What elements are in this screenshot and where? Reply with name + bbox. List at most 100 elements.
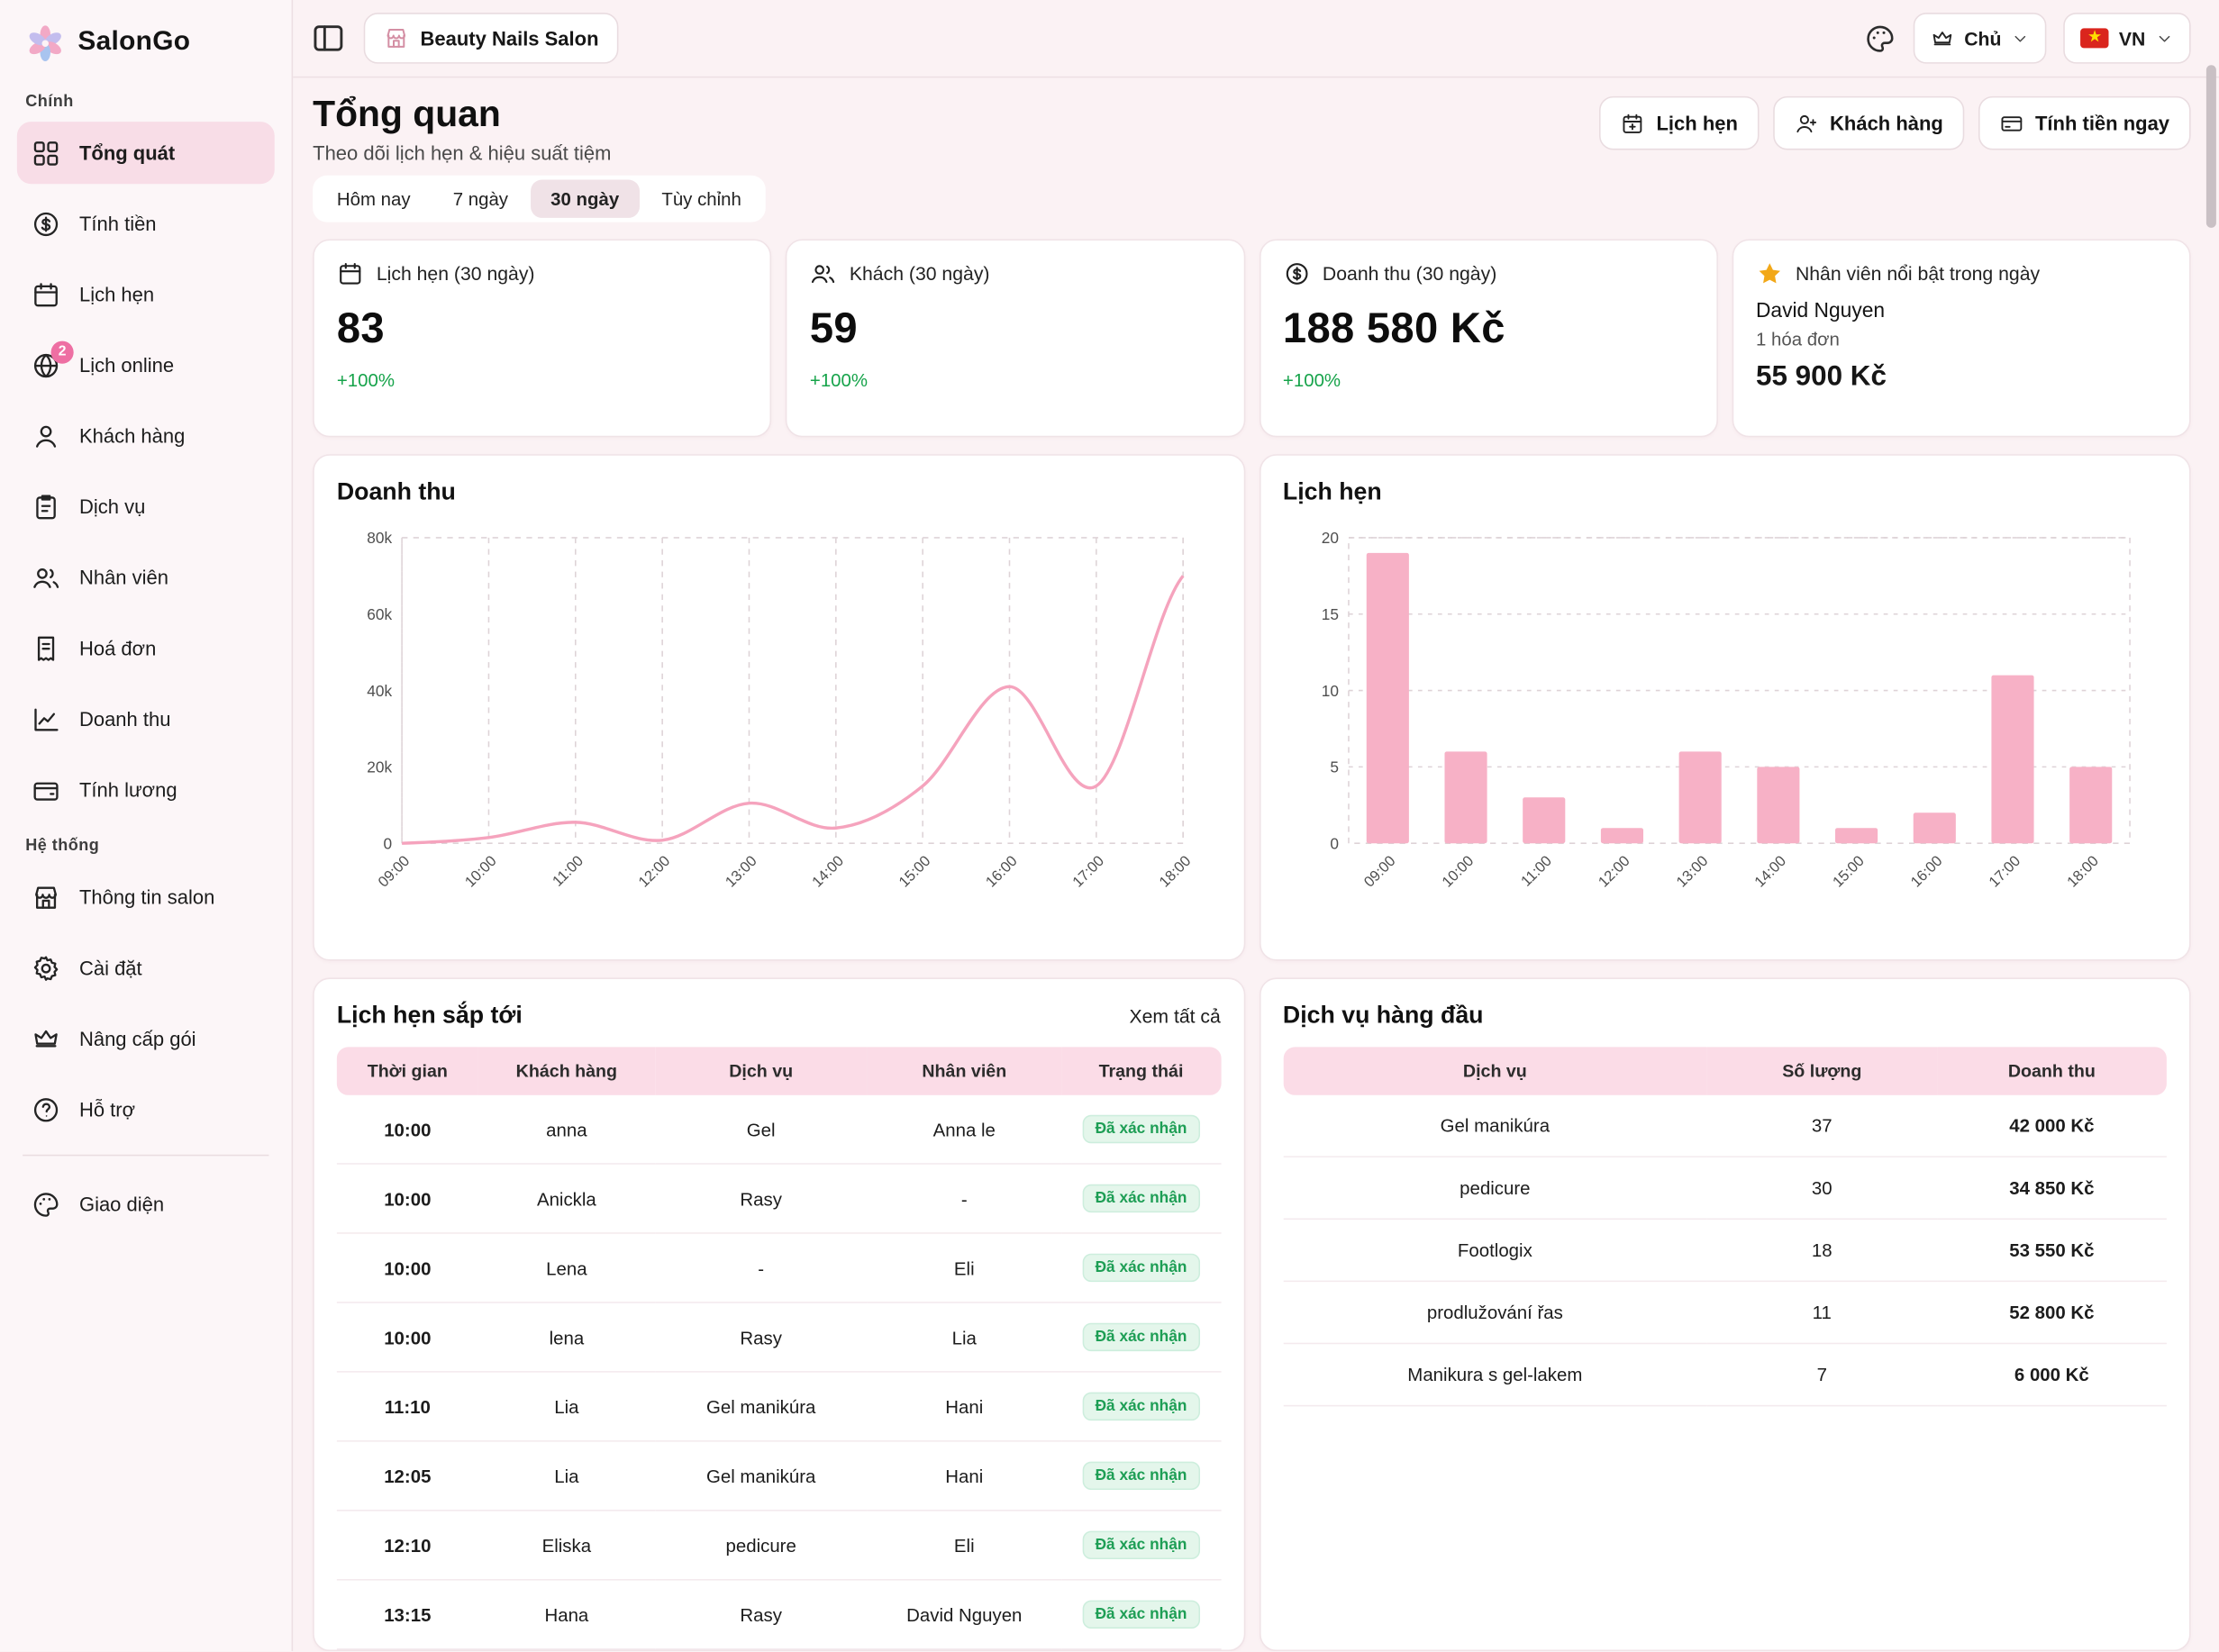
sidebar-item-label: Khách hàng <box>79 424 185 447</box>
dollar-icon <box>32 209 61 239</box>
brand[interactable]: SalonGo <box>17 17 275 77</box>
sidebar-item-support[interactable]: Hỗ trợ <box>17 1078 275 1140</box>
sidebar-item-upgrade[interactable]: Nâng cấp gói <box>17 1007 275 1069</box>
appointment-status: Đã xác nhận <box>1061 1303 1221 1373</box>
svg-text:15:00: 15:00 <box>896 853 934 891</box>
service-row: prodlužování řas1152 800 Kč <box>1283 1282 2167 1344</box>
checkout-button[interactable]: Tính tiền ngay <box>1978 96 2190 150</box>
grid-icon <box>32 138 61 168</box>
appointment-cell: Hana <box>478 1581 655 1650</box>
sidebar-item-staff[interactable]: Nhân viên <box>17 546 275 608</box>
sidebar-item-label: Tính lương <box>79 778 177 801</box>
range-tab-today[interactable]: Hôm nay <box>317 179 431 217</box>
sidebar-item-online-booking[interactable]: 2Lịch online <box>17 334 275 396</box>
appointment-status: Đã xác nhận <box>1061 1165 1221 1234</box>
service-name: pedicure <box>1283 1157 1707 1220</box>
stat-label: Doanh thu (30 ngày) <box>1323 263 1496 285</box>
column-header: Số lượng <box>1707 1047 1937 1094</box>
appointment-time: 12:05 <box>337 1442 478 1511</box>
svg-text:80k: 80k <box>367 529 392 547</box>
appointment-cell: - <box>867 1165 1061 1234</box>
sidebar-divider <box>23 1155 268 1157</box>
sidebar-item-label: Nhân viên <box>79 566 168 588</box>
sidebar-item-payroll[interactable]: Tính lương <box>17 758 275 821</box>
dashboard-content: Tổng quan Theo dõi lịch hẹn & hiệu suất … <box>293 77 2219 1651</box>
sidebar-item-revenue[interactable]: Doanh thu <box>17 687 275 749</box>
revenue-line-chart: 020k40k60k80k09:0010:0011:0012:0013:0014… <box>337 521 1221 945</box>
range-tab-30d[interactable]: 30 ngày <box>531 179 639 217</box>
column-header: Dịch vụ <box>655 1047 867 1094</box>
crown-icon <box>32 1023 61 1053</box>
appointment-row: 11:10LiaGel manikúraHaniĐã xác nhận <box>337 1373 1221 1442</box>
stat-label: Khách (30 ngày) <box>850 263 990 285</box>
sidebar-item-overview[interactable]: Tổng quát <box>17 122 275 184</box>
salon-badge[interactable]: Beauty Nails Salon <box>364 13 619 64</box>
svg-text:20: 20 <box>1321 529 1338 547</box>
appointment-status: Đã xác nhận <box>1061 1234 1221 1303</box>
range-tab-custom[interactable]: Tùy chỉnh <box>641 179 761 217</box>
view-all-link[interactable]: Xem tất cả <box>1129 1005 1220 1027</box>
appointment-row: 10:00lenaRasyLiaĐã xác nhận <box>337 1303 1221 1373</box>
appointment-status: Đã xác nhận <box>1061 1373 1221 1442</box>
sidebar-item-customers[interactable]: Khách hàng <box>17 404 275 467</box>
stat-card-customers: Khách (30 ngày)59+100% <box>786 239 1244 437</box>
crown-icon <box>1931 26 1955 50</box>
revenue-chart-card: Doanh thu 020k40k60k80k09:0010:0011:0012… <box>313 454 1244 960</box>
theme-palette-icon[interactable] <box>1864 22 1896 54</box>
sidebar-item-appointments[interactable]: Lịch hẹn <box>17 263 275 325</box>
sidebar-item-services[interactable]: Dịch vụ <box>17 476 275 538</box>
scrollbar-thumb[interactable] <box>2206 65 2216 228</box>
sidebar: SalonGo ChínhTổng quátTính tiềnLịch hẹn2… <box>0 0 293 1651</box>
sidebar-item-billing[interactable]: Tính tiền <box>17 193 275 255</box>
svg-text:17:00: 17:00 <box>1069 853 1107 891</box>
svg-text:10: 10 <box>1321 682 1338 700</box>
brand-name: SalonGo <box>77 27 190 59</box>
sidebar-item-label: Hoá đơn <box>79 637 156 659</box>
gear-icon <box>32 953 61 983</box>
service-row: Footlogix1853 550 Kč <box>1283 1220 2167 1282</box>
sidebar-item-label: Tính tiền <box>79 213 157 235</box>
salongo-logo-icon <box>25 23 65 62</box>
svg-text:0: 0 <box>384 834 393 852</box>
appointment-row: 13:15HanaRasyDavid NguyenĐã xác nhận <box>337 1581 1221 1650</box>
topbar: Beauty Nails Salon Chủ ★ VN <box>293 0 2219 77</box>
appointment-cell: Eli <box>867 1234 1061 1303</box>
sidebar-toggle-icon[interactable] <box>310 20 347 57</box>
appointments-chart-card: Lịch hẹn 0510152009:0010:0011:0012:0013:… <box>1259 454 2190 960</box>
sidebar-item-appearance[interactable]: Giao diện <box>17 1173 275 1235</box>
stat-label: Lịch hẹn (30 ngày) <box>377 263 535 285</box>
appointment-row: 12:05LiaGel manikúraHaniĐã xác nhận <box>337 1442 1221 1511</box>
service-quantity: 11 <box>1707 1282 1937 1344</box>
range-tab-7d[interactable]: 7 ngày <box>433 179 528 217</box>
svg-text:12:00: 12:00 <box>1595 853 1632 891</box>
appointment-cell: Gel manikúra <box>655 1442 867 1511</box>
app-window: SalonGo ChínhTổng quátTính tiềnLịch hẹn2… <box>0 0 2219 1651</box>
top-services-title: Dịch vụ hàng đầu <box>1283 1002 1484 1030</box>
stat-card-revenue: Doanh thu (30 ngày)188 580 Kč+100% <box>1259 239 1717 437</box>
stat-card-featured-staff: Nhân viên nổi bật trong ngày David Nguye… <box>1732 239 2190 437</box>
appointment-cell: Hani <box>867 1442 1061 1511</box>
calendar-plus-icon <box>1621 111 1645 135</box>
receipt-icon <box>32 633 61 663</box>
appointment-cell: pedicure <box>655 1511 867 1581</box>
people-icon <box>32 562 61 592</box>
customers-button[interactable]: Khách hàng <box>1773 96 1964 150</box>
sidebar-item-settings[interactable]: Cài đặt <box>17 937 275 999</box>
person-plus-icon <box>1795 111 1819 135</box>
sidebar-item-label: Thông tin salon <box>79 885 214 908</box>
palette-icon <box>32 1189 61 1219</box>
column-header: Khách hàng <box>478 1047 655 1094</box>
role-dropdown[interactable]: Chủ <box>1914 13 2047 64</box>
people-icon <box>810 260 837 287</box>
appointment-time: 12:10 <box>337 1511 478 1581</box>
help-icon <box>32 1094 61 1124</box>
svg-text:13:00: 13:00 <box>1673 853 1711 891</box>
locale-dropdown[interactable]: ★ VN <box>2064 13 2191 64</box>
stat-delta: +100% <box>337 369 748 391</box>
page-subtitle: Theo dõi lịch hẹn & hiệu suất tiệm <box>313 141 611 164</box>
appointments-bar-chart: 0510152009:0010:0011:0012:0013:0014:0015… <box>1283 521 2167 945</box>
sidebar-item-label: Giao diện <box>79 1193 164 1215</box>
sidebar-item-salon-info[interactable]: Thông tin salon <box>17 866 275 928</box>
appointments-button[interactable]: Lịch hẹn <box>1600 96 1760 150</box>
sidebar-item-invoices[interactable]: Hoá đơn <box>17 617 275 679</box>
